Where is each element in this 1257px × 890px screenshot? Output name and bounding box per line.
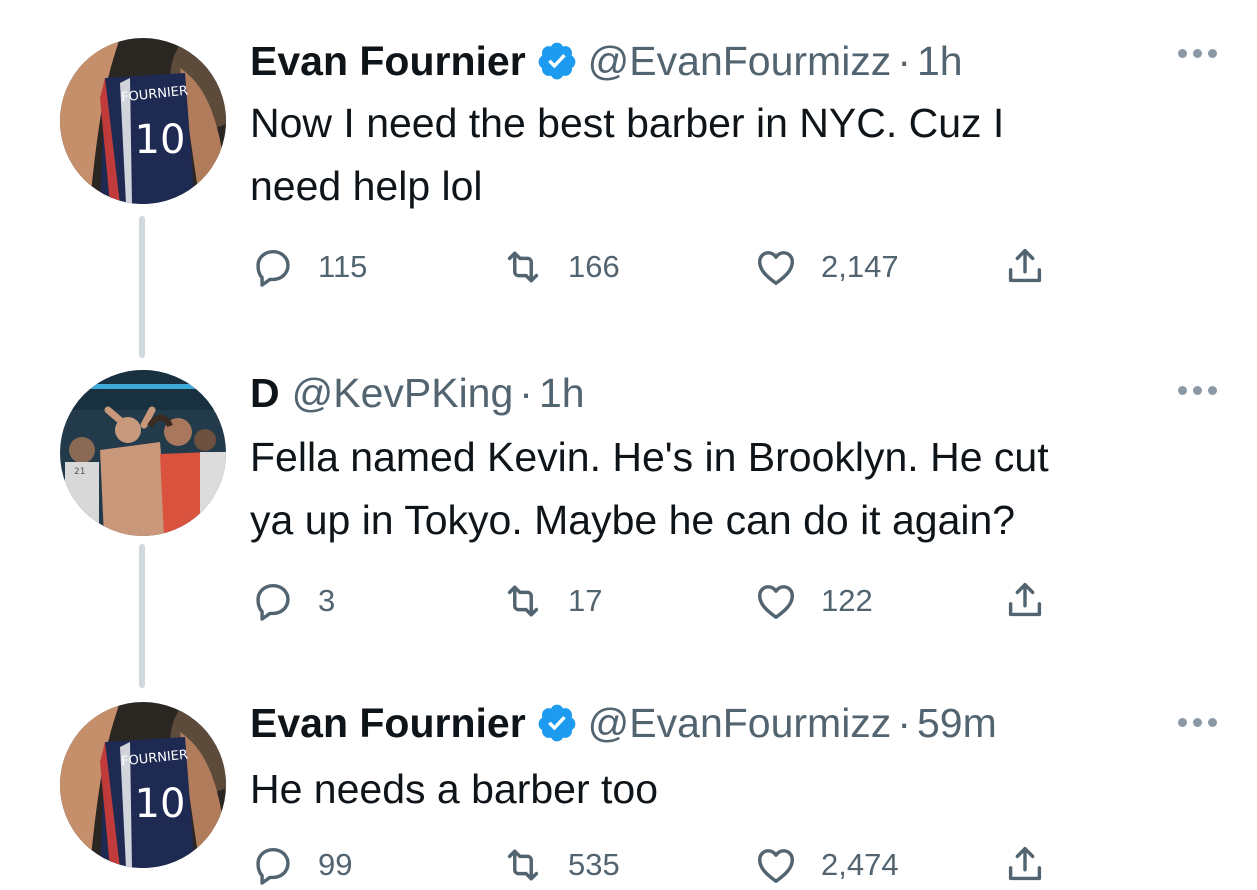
like-button[interactable]: 122 — [753, 576, 873, 626]
timestamp[interactable]: 1h — [539, 370, 585, 417]
reply-button[interactable]: 115 — [250, 242, 367, 292]
separator-dot: · — [897, 699, 911, 746]
timestamp[interactable]: 1h — [917, 38, 963, 85]
like-count: 2,474 — [821, 847, 899, 882]
tweet-2[interactable]: 21 D @KevPKing · 1h Fella named Kevin. H… — [0, 362, 1257, 688]
tweet-1[interactable]: FOURNIER 10 Evan Fournier @EvanFourmizz … — [0, 28, 1257, 358]
retweet-count: 166 — [568, 249, 620, 284]
share-icon — [1008, 582, 1042, 617]
thread-line — [139, 544, 145, 688]
reply-button[interactable]: 3 — [250, 576, 335, 626]
share-icon — [1008, 846, 1042, 881]
heart-icon — [757, 585, 795, 620]
jersey-number: 10 — [135, 117, 186, 163]
avatar-evan-fournier[interactable]: FOURNIER 10 — [60, 702, 226, 868]
tweet-text-line: need help lol — [250, 163, 483, 209]
avatar-jersey-photo: FOURNIER 10 — [60, 38, 226, 204]
display-name[interactable]: Evan Fournier — [250, 38, 526, 85]
retweet-icon — [507, 585, 539, 617]
tweet-text: Now I need the best barber in NYC. Cuz I… — [250, 92, 1210, 218]
more-options-icon[interactable] — [1172, 707, 1222, 737]
tweet-text-line: ya up in Tokyo. Maybe he can do it again… — [250, 497, 1016, 543]
tweet-text-line: Fella named Kevin. He's in Brooklyn. He … — [250, 434, 1049, 480]
handle[interactable]: @EvanFourmizz — [588, 700, 892, 747]
reply-button[interactable]: 99 — [250, 840, 352, 890]
heart-icon — [757, 251, 795, 286]
handle[interactable]: @EvanFourmizz — [588, 38, 892, 85]
share-button[interactable] — [1002, 576, 1048, 626]
share-icon — [1008, 248, 1042, 283]
separator-dot: · — [897, 37, 911, 84]
display-name[interactable]: D — [250, 370, 280, 417]
tweet-header: Evan Fournier @EvanFourmizz · 59m — [250, 698, 997, 748]
reply-count: 115 — [318, 249, 368, 284]
verified-badge-icon — [538, 704, 576, 742]
tweet-text-line: He needs a barber too — [250, 766, 658, 812]
verified-badge-icon — [538, 42, 576, 80]
like-button[interactable]: 2,147 — [753, 242, 899, 292]
jersey-number: 10 — [135, 781, 186, 827]
reply-count: 99 — [318, 847, 353, 882]
retweet-button[interactable]: 166 — [500, 242, 620, 292]
tweet-header: Evan Fournier @EvanFourmizz · 1h — [250, 36, 963, 86]
like-count: 2,147 — [821, 249, 899, 284]
separator-dot: · — [519, 369, 533, 416]
share-button[interactable] — [1002, 840, 1048, 890]
photo-jersey-number: 21 — [74, 467, 85, 477]
tweet-actions: 99 535 2,474 — [250, 840, 1070, 890]
timestamp[interactable]: 59m — [917, 700, 997, 747]
display-name[interactable]: Evan Fournier — [250, 700, 526, 747]
avatar-d[interactable]: 21 — [60, 370, 226, 536]
retweet-button[interactable]: 535 — [500, 840, 620, 890]
reply-count: 3 — [318, 583, 336, 618]
share-button[interactable] — [1002, 242, 1048, 292]
heart-icon — [757, 849, 795, 884]
tweet-text: He needs a barber too — [250, 758, 1210, 821]
retweet-icon — [507, 251, 539, 283]
avatar-team-photo: 21 — [60, 370, 226, 536]
retweet-count: 535 — [568, 847, 620, 882]
retweet-count: 17 — [568, 583, 603, 618]
thread-line — [139, 216, 145, 358]
tweet-header: D @KevPKing · 1h — [250, 368, 585, 418]
reply-icon — [256, 583, 290, 621]
tweet-text-line: Now I need the best barber in NYC. Cuz I — [250, 100, 1005, 146]
tweet-text: Fella named Kevin. He's in Brooklyn. He … — [250, 426, 1210, 552]
avatar-jersey-photo: FOURNIER 10 — [60, 702, 226, 868]
tweet-actions: 3 17 122 — [250, 576, 1070, 626]
more-options-icon[interactable] — [1172, 375, 1222, 405]
handle[interactable]: @KevPKing — [292, 370, 514, 417]
retweet-button[interactable]: 17 — [500, 576, 602, 626]
more-options-icon[interactable] — [1172, 38, 1222, 68]
reply-icon — [256, 249, 290, 287]
like-button[interactable]: 2,474 — [753, 840, 899, 890]
retweet-icon — [507, 849, 539, 881]
tweet-actions: 115 166 2,147 — [250, 242, 1070, 292]
tweet-3[interactable]: FOURNIER 10 Evan Fournier @EvanFourmizz … — [0, 694, 1257, 885]
reply-icon — [256, 847, 290, 885]
avatar-evan-fournier[interactable]: FOURNIER 10 — [60, 38, 226, 204]
like-count: 122 — [821, 583, 873, 618]
